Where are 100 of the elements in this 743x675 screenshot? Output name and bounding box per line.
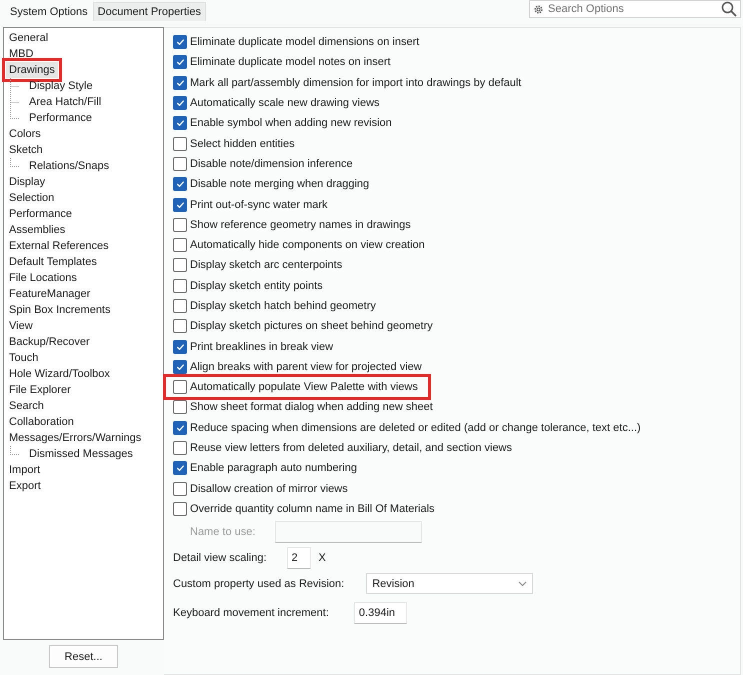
increment-field[interactable]: 0.394in [354,602,407,624]
sidebar-item[interactable]: Display [6,174,48,190]
check-icon [176,59,184,66]
sidebar-item[interactable]: File Locations [6,270,80,286]
tree-connector-icon [10,158,19,167]
chevron-down-icon [518,580,528,587]
option-label: Display sketch pictures on sheet behind geometry [190,320,433,332]
check-icon [176,465,184,472]
checkbox[interactable] [173,258,187,272]
unit-label: X [318,552,326,564]
field-label: Name to use: [190,526,256,538]
option-label: Eliminate duplicate model dimensions on insert [190,36,420,48]
check-icon [176,344,184,350]
checkbox[interactable] [173,218,187,232]
sidebar-item[interactable]: Spin Box Increments [6,302,114,318]
checkbox[interactable] [173,299,187,313]
sidebar-item[interactable]: MBD [6,46,36,62]
field-label: Custom property used as Revision: [173,578,344,590]
check-icon [176,120,184,126]
reset-button[interactable]: Reset... [49,645,118,668]
sidebar-item[interactable]: Messages/Errors/Warnings [6,430,144,446]
field-label: Detail view scaling: [173,552,267,564]
checkbox[interactable] [173,96,187,110]
check-icon [176,80,184,86]
checkbox[interactable] [173,441,187,456]
sidebar-item[interactable]: General [6,30,52,46]
checkbox[interactable] [173,400,187,414]
field-label: Keyboard movement increment: [173,607,329,620]
checkbox[interactable] [173,136,187,151]
check-icon [176,181,184,188]
sidebar-item[interactable]: Drawings [6,62,58,78]
sidebar-item[interactable]: Relations/Snaps [26,158,112,174]
option-label: Enable paragraph auto numbering [190,462,357,474]
sidebar-item[interactable]: Default Templates [6,254,100,270]
sidebar-item[interactable]: Display Style [26,78,96,94]
search-icon[interactable] [721,1,737,17]
checkbox[interactable] [173,55,187,70]
option-label: Reduce spacing when dimensions are deleted or edited (add or change tolerance, text etc...) [190,422,641,434]
checkbox[interactable] [173,420,187,435]
checkbox[interactable] [173,380,187,394]
tab[interactable]: Document Properties [92,2,206,21]
option-label: Reuse view letters from deleted auxiliary, detail, and section views [190,442,512,454]
tree-connector-icon [10,78,19,94]
checkbox[interactable] [173,502,187,516]
option-label: Print breaklines in break view [190,340,334,353]
option-label: Display sketch entity points [190,280,323,292]
check-icon [176,202,184,208]
sidebar-item[interactable]: Touch [6,350,42,366]
checkbox[interactable] [173,238,187,252]
check-icon [176,100,184,106]
check-icon [176,39,184,46]
sidebar-item[interactable]: Export [6,478,44,494]
sidebar-item[interactable]: Performance [26,110,95,126]
option-label: Disallow creation of mirror views [190,482,348,495]
sidebar-item[interactable]: Dismissed Messages [26,446,136,462]
sidebar-item[interactable]: Colors [6,126,44,142]
option-label: Print out-of-sync water mark [190,198,328,211]
tree-connector-icon [10,446,19,455]
option-label: Automatically populate View Palette with views [190,381,418,394]
checkbox[interactable] [173,76,187,90]
sidebar-item[interactable]: Collaboration [6,414,77,430]
scale-field[interactable]: 2 [286,547,311,570]
checkbox[interactable] [173,340,187,354]
option-label: Align breaks with parent view for projected view [190,360,422,373]
option-label: Display sketch hatch behind geometry [190,300,376,312]
sidebar-item[interactable]: File Explorer [6,382,74,398]
sidebar-item[interactable]: Hole Wizard/Toolbox [6,366,113,382]
sidebar-item[interactable]: Area Hatch/Fill [26,94,104,110]
option-label: Automatically scale new drawing views [190,97,380,110]
checkbox[interactable] [173,116,187,130]
option-label: Automatically hide components on view creation [190,239,425,252]
checkbox[interactable] [173,278,187,293]
checkbox[interactable] [173,198,187,212]
revision-dropdown[interactable]: Revision [366,573,534,594]
sidebar-item[interactable]: Sketch [6,142,46,158]
option-label: Disable note/dimension inference [190,158,353,170]
option-label: Select hidden entities [190,138,295,150]
checkbox[interactable] [173,35,187,50]
gear-icon [533,4,544,15]
option-label: Disable note merging when dragging [190,178,370,190]
sidebar-item[interactable]: Selection [6,190,58,206]
sidebar-item[interactable]: Assemblies [6,222,68,238]
checkbox[interactable] [173,177,187,192]
sidebar-item[interactable]: FeatureManager [6,286,94,302]
checkbox[interactable] [173,319,187,334]
sidebar-item[interactable]: Performance [6,206,75,222]
sidebar-item[interactable]: View [6,318,36,334]
option-label: Enable symbol when adding new revision [190,117,392,130]
option-label: Eliminate duplicate model notes on insert [190,56,391,68]
checkbox[interactable] [173,482,187,496]
checkbox[interactable] [173,360,187,374]
sidebar-item[interactable]: External References [6,238,112,254]
checkbox[interactable] [173,156,187,171]
sidebar-item[interactable]: Import [6,462,44,478]
checkbox[interactable] [173,461,187,476]
sidebar-item[interactable]: Backup/Recover [6,334,93,350]
sidebar-item[interactable]: Search [6,398,47,414]
search-field[interactable]: Search Options [529,0,741,18]
option-label: Show sheet format dialog when adding new sheet [190,401,433,414]
check-icon [176,424,184,431]
